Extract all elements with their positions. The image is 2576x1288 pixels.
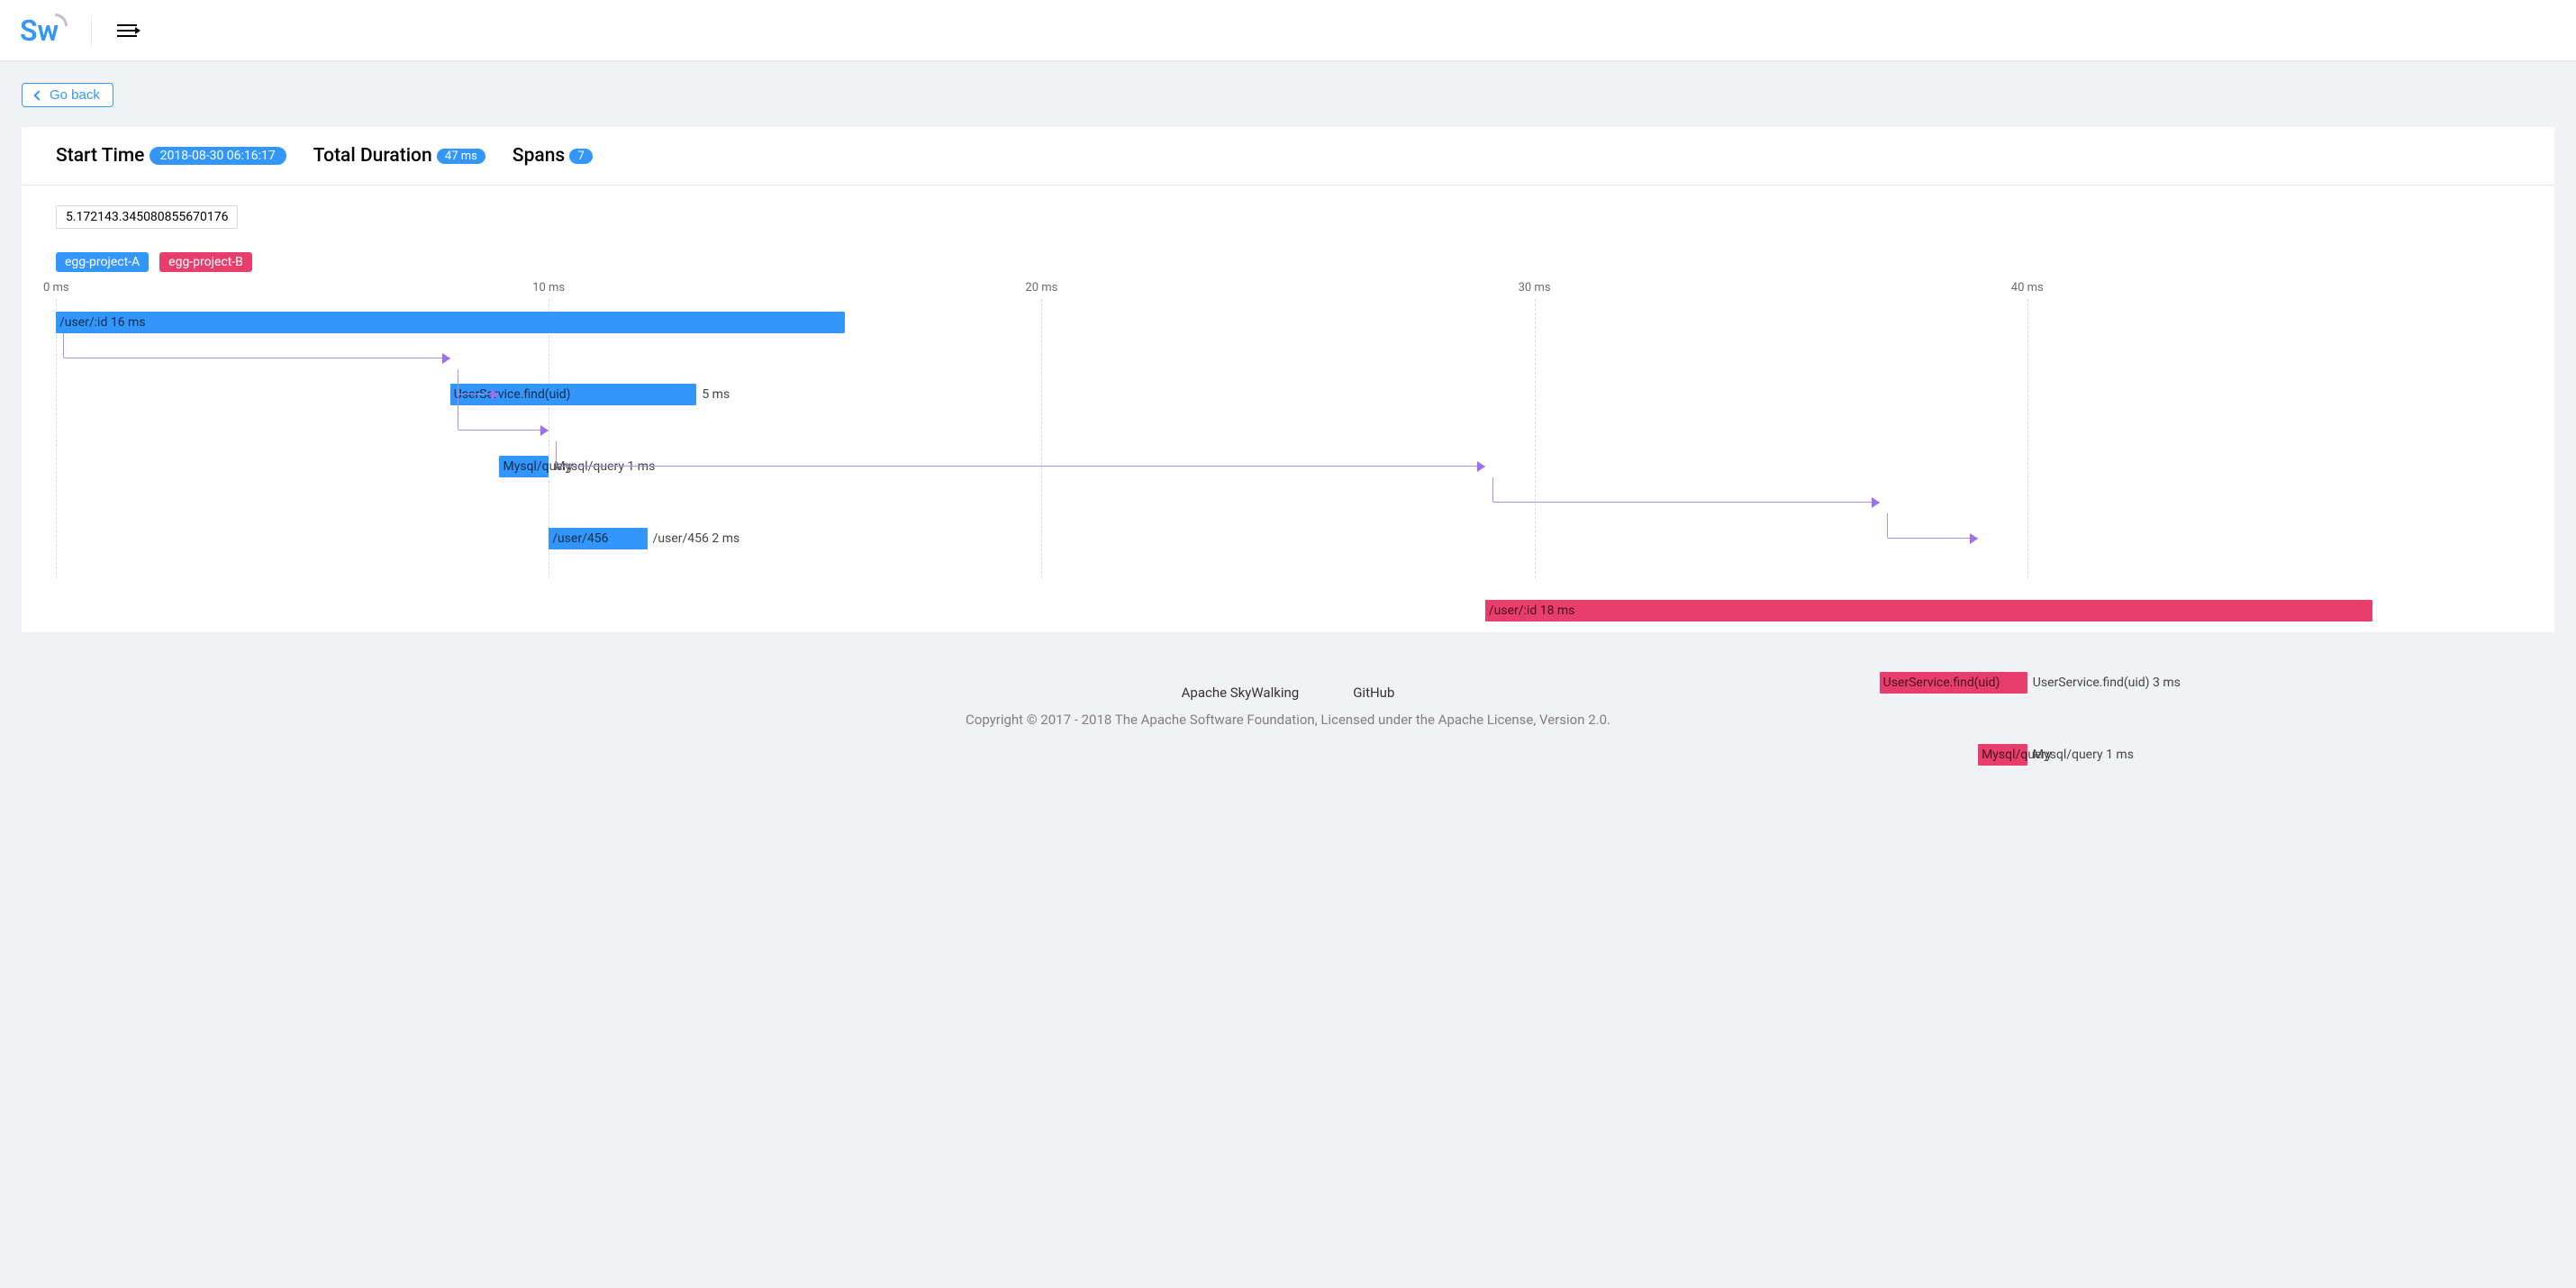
sidebar-toggle-icon[interactable] <box>117 24 137 37</box>
span-connector <box>556 441 1484 467</box>
axis-tick: 30 ms <box>1519 281 1551 295</box>
spans-group: Spans 7 <box>512 145 593 167</box>
service-legend: egg-project-A egg-project-B <box>56 252 2520 272</box>
brand-letter-s: S <box>20 16 38 45</box>
span-bar-right-label: UserService.find(uid) 3 ms <box>2033 676 2181 690</box>
legend-chip[interactable]: egg-project-A <box>56 252 149 272</box>
span-row: UserService.find(uid) UserService.find(ui… <box>56 665 2520 701</box>
span-bar[interactable]: UserService.find(uid)UserService.find(ui… <box>1880 672 2027 694</box>
arrow-right-icon <box>442 353 450 364</box>
span-gantt-chart: 0 ms10 ms20 ms30 ms40 ms /user/:id 16 ms… <box>56 281 2520 578</box>
duration-group: Total Duration 47 ms <box>313 145 485 167</box>
trace-summary: Start Time 2018-08-30 06:16:17 Total Dur… <box>22 127 2554 186</box>
trace-id-chip[interactable]: 5.172143.345080855670176 <box>56 205 238 229</box>
arrow-right-icon <box>1970 533 1978 544</box>
time-axis: 0 ms10 ms20 ms30 ms40 ms <box>56 281 2520 299</box>
span-bar[interactable]: /user/:id 18 ms <box>1485 600 2372 621</box>
axis-tick: 10 ms <box>532 281 565 295</box>
brand-logo[interactable]: S w <box>20 16 71 45</box>
span-bar[interactable]: /user/456/user/456 2 ms <box>549 528 647 549</box>
span-bar[interactable]: Mysql/queryMysql/query 1 ms <box>1978 744 2027 766</box>
span-bar-label: UserService.find(uid) <box>1880 676 2000 690</box>
brand-divider <box>91 15 92 46</box>
legend-chip[interactable]: egg-project-B <box>159 252 252 272</box>
page: Go back Start Time 2018-08-30 06:16:17 T… <box>0 61 2576 749</box>
axis-tick: 0 ms <box>43 281 69 295</box>
topbar: S w <box>0 0 2576 61</box>
span-bar-label: /user/:id 16 ms <box>56 315 146 330</box>
arrow-right-icon <box>1872 497 1880 508</box>
spans-label: Spans <box>512 145 565 167</box>
trace-body: 5.172143.345080855670176 egg-project-Aeg… <box>22 186 2554 632</box>
spans-value: 7 <box>569 149 592 164</box>
go-back-button[interactable]: Go back <box>22 83 113 107</box>
span-row: /user/:id 18 ms <box>56 593 2520 629</box>
start-time-label: Start Time <box>56 145 144 167</box>
span-bar-right-label: Mysql/query 1 ms <box>2033 748 2134 762</box>
span-bar[interactable]: /user/:id 16 ms <box>56 312 845 333</box>
duration-label: Total Duration <box>313 145 432 167</box>
brand-arc-icon <box>55 14 68 26</box>
span-connector <box>63 333 450 358</box>
arrow-right-icon <box>540 425 549 436</box>
chevron-left-icon <box>33 90 43 100</box>
span-row: Mysql/queryMysql/query 1 ms <box>56 737 2520 773</box>
axis-tick: 40 ms <box>2011 281 2044 295</box>
span-connector <box>458 369 549 431</box>
axis-tick: 20 ms <box>1025 281 1057 295</box>
span-connector <box>1492 477 1880 503</box>
span-connector <box>1887 513 1978 539</box>
span-bar[interactable]: Mysql/queryMysql/query 1 ms <box>499 456 549 477</box>
trace-card: Start Time 2018-08-30 06:16:17 Total Dur… <box>22 127 2554 632</box>
span-bar-label: /user/:id 18 ms <box>1485 603 1575 618</box>
go-back-label: Go back <box>50 87 100 103</box>
span-bar-right-label: 5 ms <box>702 387 730 402</box>
arrow-right-icon <box>1477 461 1485 472</box>
start-time-value: 2018-08-30 06:16:17 <box>150 147 286 165</box>
span-row: /user/456/user/456 2 ms <box>56 521 2520 557</box>
start-time-group: Start Time 2018-08-30 06:16:17 <box>56 145 286 167</box>
span-bar-label: /user/456 <box>549 531 608 546</box>
span-bar-right-label: /user/456 2 ms <box>653 531 740 546</box>
duration-value: 47 ms <box>437 149 485 164</box>
footer-copyright: Copyright © 2017 - 2018 The Apache Softw… <box>966 712 1610 728</box>
span-row: UserService.find(uid)5 ms <box>56 376 2520 413</box>
